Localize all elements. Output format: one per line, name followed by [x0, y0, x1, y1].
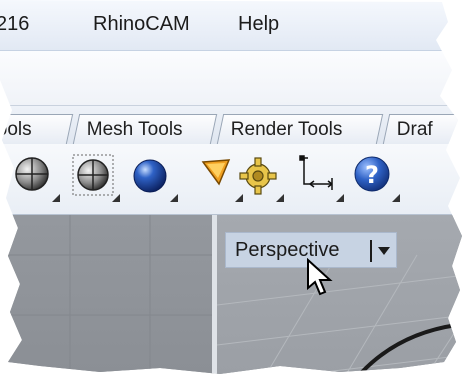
svg-text:?: ?: [365, 161, 379, 189]
dimension-icon: [299, 155, 333, 190]
spotlight-icon: [201, 159, 231, 186]
tab-mesh-tools-label: Mesh Tools: [86, 119, 183, 140]
command-area[interactable]: [0, 51, 462, 106]
gray-sphere-icon: [15, 157, 49, 191]
dimension-button[interactable]: [296, 154, 344, 202]
flyout-indicator: [112, 194, 120, 202]
render-button[interactable]: [130, 154, 178, 202]
render-properties-button[interactable]: [236, 154, 284, 202]
flyout-indicator: [170, 194, 178, 202]
tab-drafting[interactable]: Draf: [382, 114, 462, 144]
menu-item-rhinocam[interactable]: RhinoCAM: [93, 13, 190, 36]
flyout-indicator: [52, 194, 60, 202]
rendered-sphere-button[interactable]: [72, 154, 120, 202]
menu-item-partial[interactable]: 216: [0, 13, 29, 36]
menu-bar: [0, 0, 462, 51]
help-icon: ?: [354, 156, 390, 192]
tab-tools[interactable]: ools: [0, 114, 74, 144]
wireframe-sphere-icon: [72, 154, 114, 196]
chevron-down-icon[interactable]: [378, 247, 390, 255]
viewport-menu-separator: [370, 240, 372, 262]
tab-render-tools[interactable]: Render Tools: [216, 114, 384, 144]
rhino-window-fragment: 216 RhinoCAM Help ools Mesh Tools Render…: [0, 0, 462, 374]
tab-drafting-label: Draf: [396, 119, 433, 140]
left-grid: [0, 215, 212, 374]
tab-tools-label: ools: [0, 119, 32, 140]
spotlight-button[interactable]: [195, 154, 243, 202]
mouse-pointer-icon: [307, 258, 333, 296]
flyout-indicator: [392, 194, 400, 202]
flyout-indicator: [336, 194, 344, 202]
tab-render-tools-label: Render Tools: [230, 119, 343, 140]
flyout-indicator: [276, 194, 284, 202]
shaded-sphere-button[interactable]: [12, 154, 60, 202]
menu-item-help[interactable]: Help: [238, 13, 279, 36]
gear-settings-icon: [239, 157, 277, 195]
help-button[interactable]: ?: [352, 154, 400, 202]
blue-sphere-icon: [133, 159, 167, 193]
viewport-left[interactable]: [0, 215, 212, 374]
tab-mesh-tools[interactable]: Mesh Tools: [72, 114, 218, 144]
